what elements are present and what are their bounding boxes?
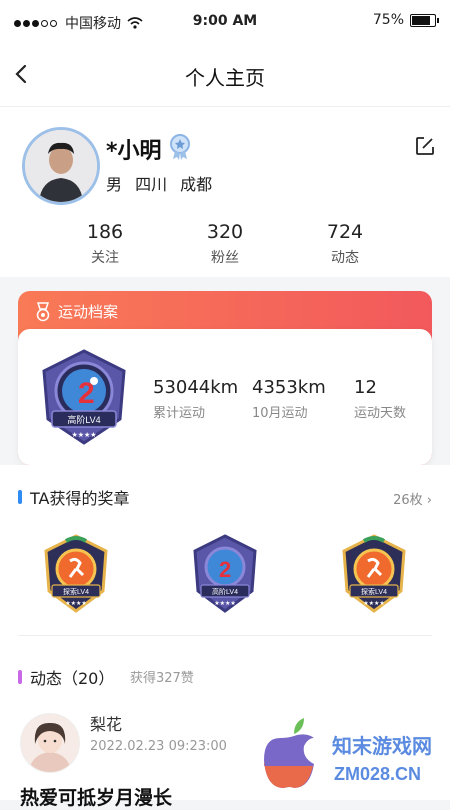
likes-count: 获得327赞: [130, 671, 194, 686]
sport-month: 4353km 10月运动: [252, 377, 326, 421]
sport-value: 12: [354, 377, 377, 398]
svg-text:★★★★: ★★★★: [65, 600, 87, 607]
stat-value: 724: [326, 221, 364, 243]
battery-area: 75%: [372, 12, 439, 28]
sport-value: 4353km: [252, 377, 326, 398]
accent-bar: [18, 490, 22, 504]
sport-total: 53044km 累计运动: [153, 377, 238, 421]
award-medal-explore-icon[interactable]: 探索LV4 ★★★★: [40, 533, 112, 615]
badge-label: 高阶LV4: [67, 414, 100, 425]
navigation-bar: 个人主页: [0, 44, 450, 107]
page-title: 个人主页: [185, 66, 265, 90]
sport-value: 53044km: [153, 377, 239, 398]
svg-text:★★★★: ★★★★: [71, 431, 96, 439]
status-bar: 中国移动 9:00 AM 75%: [0, 0, 450, 44]
awards-title: TA获得的奖章: [18, 485, 129, 509]
post-timestamp: 2022.02.23 09:23:00: [90, 739, 227, 754]
divider: [18, 635, 432, 636]
battery-icon: [410, 13, 439, 27]
svg-text:★★★★: ★★★★: [214, 600, 236, 607]
sport-archive-card[interactable]: 运动档案 2 高阶LV4 ★★★★ 53044km 累计运动 4353km 10…: [18, 291, 432, 465]
svg-text:2: 2: [219, 557, 231, 582]
edit-icon[interactable]: [414, 135, 436, 157]
stat-following[interactable]: 186 关注: [60, 221, 150, 267]
feed-title-text: 动态（20）: [30, 669, 115, 688]
stat-label: 关注: [91, 250, 119, 266]
sport-label: 10月运动: [252, 406, 308, 421]
archive-title: 运动档案: [58, 303, 119, 321]
post-avatar[interactable]: [20, 713, 80, 773]
awards-title-text: TA获得的奖章: [30, 489, 130, 508]
verified-medal-icon: [170, 134, 190, 160]
archive-body: 2 高阶LV4 ★★★★ 53044km 累计运动 4353km 10月运动 1…: [18, 329, 432, 465]
award-label: 探索LV4: [361, 587, 387, 596]
watermark-logo: 知末游戏网 ZM028.CN: [264, 718, 432, 788]
award-label: 探索LV4: [63, 587, 89, 596]
chevron-right-icon: ›: [426, 493, 432, 508]
watermark: 知末游戏网 ZM028.CN: [250, 708, 450, 800]
stat-label: 动态: [331, 250, 359, 266]
awards-count: 26枚: [393, 493, 423, 508]
svg-text:★★★★: ★★★★: [363, 600, 385, 607]
stat-value: 186: [86, 221, 124, 243]
avatar[interactable]: [22, 127, 100, 205]
watermark-title: 知末游戏网: [332, 734, 432, 758]
stat-posts[interactable]: 724 动态: [300, 221, 390, 267]
stat-value: 320: [206, 221, 244, 243]
archive-header: 运动档案: [34, 301, 118, 322]
award-ribbon-icon: [36, 301, 50, 321]
user-meta: 男 四川 成都: [106, 175, 213, 194]
battery-percent: 75%: [372, 12, 404, 28]
sport-label: 运动天数: [354, 406, 407, 421]
watermark-url: ZM028.CN: [334, 764, 421, 784]
accent-bar: [18, 670, 22, 684]
post-author[interactable]: 梨花: [90, 711, 122, 735]
awards-more-link[interactable]: 26枚 ›: [393, 489, 432, 508]
stat-label: 粉丝: [211, 250, 239, 266]
feed-title: 动态（20）: [18, 665, 114, 689]
award-label: 高阶LV4: [212, 587, 238, 596]
profile-card: *小明 男 四川 成都 186 关注 320 粉丝 724 动态: [0, 107, 450, 277]
level-badge-icon: 2 高阶LV4 ★★★★: [42, 349, 126, 445]
sport-label: 累计运动: [153, 406, 206, 421]
award-medal-explore-icon[interactable]: 探索LV4 ★★★★: [338, 533, 410, 615]
sport-days: 12 运动天数: [354, 377, 406, 421]
stat-followers[interactable]: 320 粉丝: [180, 221, 270, 267]
award-medal-advanced-icon[interactable]: 2 高阶LV4 ★★★★: [189, 533, 261, 615]
user-name: *小明: [106, 139, 162, 164]
post-content[interactable]: 热爱可抵岁月漫长: [20, 783, 172, 810]
